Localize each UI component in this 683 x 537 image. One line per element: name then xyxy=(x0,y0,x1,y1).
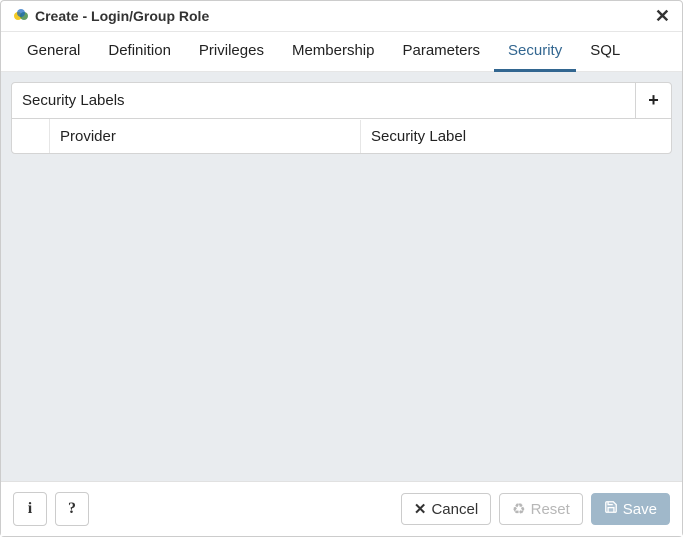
recycle-icon: ♻ xyxy=(512,500,525,518)
help-icon: ? xyxy=(68,500,76,518)
titlebar-left: Create - Login/Group Role xyxy=(13,8,209,24)
tab-sql[interactable]: SQL xyxy=(576,32,634,72)
grid-header: Provider Security Label xyxy=(12,119,671,153)
close-icon: ✕ xyxy=(414,500,427,518)
reset-button[interactable]: ♻ Reset xyxy=(499,493,583,525)
save-icon xyxy=(604,500,618,518)
dialog-title: Create - Login/Group Role xyxy=(35,8,209,24)
save-button[interactable]: Save xyxy=(591,493,670,525)
tab-parameters[interactable]: Parameters xyxy=(388,32,494,72)
panel-header: Security Labels + xyxy=(12,83,671,119)
cancel-label: Cancel xyxy=(431,501,478,518)
reset-label: Reset xyxy=(531,501,570,518)
create-role-dialog: Create - Login/Group Role ✕ General Defi… xyxy=(0,0,683,537)
titlebar: Create - Login/Group Role ✕ xyxy=(1,1,682,32)
info-icon: i xyxy=(28,500,32,518)
panel-title: Security Labels xyxy=(12,84,135,117)
save-label: Save xyxy=(623,501,657,518)
tab-privileges[interactable]: Privileges xyxy=(185,32,278,72)
footer-left: i ? xyxy=(13,492,89,526)
cancel-button[interactable]: ✕ Cancel xyxy=(401,493,491,525)
role-icon xyxy=(13,8,29,24)
tab-membership[interactable]: Membership xyxy=(278,32,389,72)
close-icon[interactable]: ✕ xyxy=(655,7,670,25)
help-button[interactable]: ? xyxy=(55,492,89,526)
plus-icon: + xyxy=(648,90,659,111)
tab-security[interactable]: Security xyxy=(494,32,576,72)
tab-general[interactable]: General xyxy=(13,32,94,72)
footer: i ? ✕ Cancel ♻ Reset xyxy=(1,481,682,536)
footer-right: ✕ Cancel ♻ Reset Save xyxy=(401,493,670,525)
content-area: Security Labels + Provider Security Labe… xyxy=(1,72,682,481)
tabs: General Definition Privileges Membership… xyxy=(1,32,682,72)
column-security-label: Security Label xyxy=(361,120,671,153)
column-provider: Provider xyxy=(50,120,361,153)
grid-actions-column xyxy=(12,119,50,153)
info-button[interactable]: i xyxy=(13,492,47,526)
add-row-button[interactable]: + xyxy=(635,83,671,119)
security-labels-panel: Security Labels + Provider Security Labe… xyxy=(11,82,672,154)
tab-definition[interactable]: Definition xyxy=(94,32,185,72)
